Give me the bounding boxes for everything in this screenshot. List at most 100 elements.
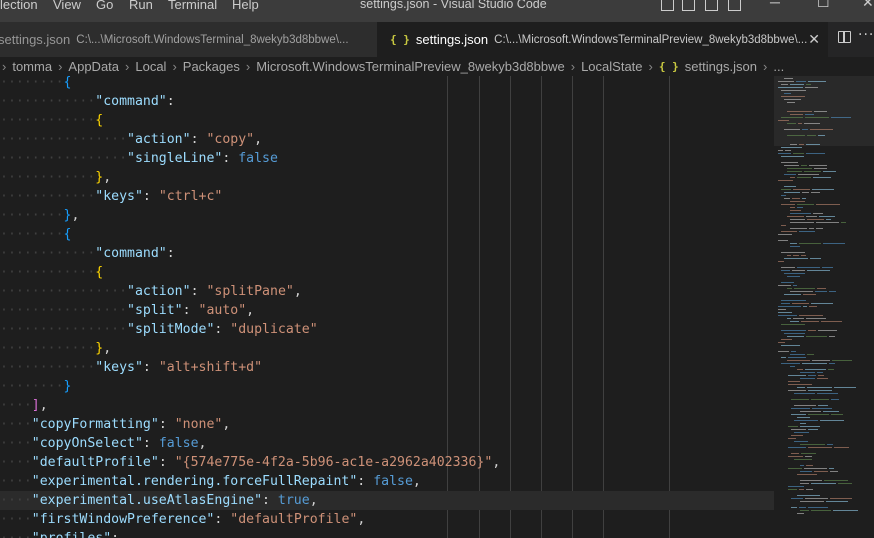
minimap-stroke <box>784 333 805 334</box>
minimap-stroke <box>808 429 818 430</box>
menu-help[interactable]: Help <box>232 0 259 12</box>
minimap-stroke <box>784 294 801 295</box>
tab-close-icon[interactable]: ✕ <box>808 31 820 48</box>
minimap-stroke <box>788 426 798 427</box>
maximize-button[interactable]: ☐ <box>817 0 830 11</box>
minimap-stroke <box>791 453 799 454</box>
minimap-stroke <box>801 321 819 322</box>
minimap-stroke <box>829 291 836 292</box>
minimap-stroke <box>790 354 805 355</box>
menu-selection[interactable]: lection <box>0 0 38 12</box>
minimap-stroke <box>788 456 803 457</box>
minimap-stroke <box>799 315 823 316</box>
minimap-stroke <box>787 318 791 319</box>
minimap-stroke <box>778 81 794 82</box>
minimap-stroke <box>790 243 797 244</box>
minimap-stroke <box>799 243 821 244</box>
breadcrumb-item[interactable]: tomma <box>12 59 52 74</box>
minimap-stroke <box>801 165 807 166</box>
minimap-stroke <box>800 378 815 379</box>
minimap-stroke <box>793 153 804 154</box>
minimap-stroke <box>813 213 823 214</box>
minimap-stroke <box>787 123 796 124</box>
minimap-stroke <box>806 336 827 337</box>
minimap-stroke <box>829 468 834 469</box>
minimap-stroke <box>784 174 796 175</box>
minimap-stroke <box>826 219 831 220</box>
minimap-stroke <box>809 228 814 229</box>
minimap-stroke <box>796 81 806 82</box>
json-file-icon: { } <box>658 60 679 73</box>
minimap-stroke <box>834 447 849 448</box>
minimap-stroke <box>820 420 844 421</box>
minimap-stroke <box>807 219 824 220</box>
minimap-stroke <box>778 180 793 181</box>
title-bar: lection View Go Run Terminal Help settin… <box>0 0 874 22</box>
minimap-stroke <box>811 399 829 400</box>
minimap-stroke <box>805 498 828 499</box>
minimap-stroke <box>784 165 799 166</box>
customize-layout-icon[interactable] <box>728 0 741 11</box>
menu-run[interactable]: Run <box>129 0 153 12</box>
minimap-stroke <box>800 372 815 373</box>
minimap-stroke <box>800 483 809 484</box>
code-line: ····"experimental.useAtlasEngine": true, <box>0 491 774 510</box>
minimap-stroke <box>818 330 837 331</box>
menu-view[interactable]: View <box>53 0 81 12</box>
minimap-stroke <box>787 216 804 217</box>
minimap-stroke <box>807 270 830 271</box>
split-editor-icon[interactable] <box>838 31 851 43</box>
minimap-stroke <box>794 432 809 433</box>
code-editor[interactable]: ········{············"command": ·········… <box>0 76 774 538</box>
breadcrumb-item[interactable]: Microsoft.WindowsTerminalPreview_8wekyb3… <box>256 59 565 74</box>
minimap-stroke <box>808 375 816 376</box>
minimap-stroke <box>790 222 814 223</box>
menu-go[interactable]: Go <box>96 0 113 12</box>
toggle-secondary-sidebar-icon[interactable] <box>705 0 718 11</box>
minimap-stroke <box>800 510 809 511</box>
breadcrumb-item[interactable]: LocalState <box>581 59 642 74</box>
minimap-stroke <box>781 162 798 163</box>
breadcrumb-item[interactable]: ... <box>773 59 784 74</box>
minimap-stroke <box>806 153 825 154</box>
breadcrumb-item[interactable]: Local <box>135 59 166 74</box>
minimap-stroke <box>791 507 797 508</box>
minimap-stroke <box>817 378 828 379</box>
minimap-stroke <box>794 420 818 421</box>
minimap-stroke <box>778 342 785 343</box>
minimap-stroke <box>791 414 806 415</box>
minimap-stroke <box>781 231 797 232</box>
more-actions-icon[interactable]: ··· <box>858 27 874 43</box>
toggle-primary-sidebar-icon[interactable] <box>661 0 674 11</box>
minimize-button[interactable]: ─ <box>770 0 780 10</box>
minimap-stroke <box>802 363 827 364</box>
minimap-stroke <box>829 336 835 337</box>
chevron-right-icon: › <box>58 59 63 74</box>
minimap-stroke <box>793 255 799 256</box>
minimap-stroke <box>830 471 838 472</box>
tab-settings-terminal-preview[interactable]: { } settings.json C:\...\Microsoft.Windo… <box>377 22 828 57</box>
breadcrumb-item[interactable]: settings.json <box>685 59 757 74</box>
minimap-stroke <box>791 435 803 436</box>
toggle-panel-icon[interactable] <box>682 0 695 11</box>
tab-bar: settings.json C:\...\Microsoft.WindowsTe… <box>0 22 874 57</box>
breadcrumb-item[interactable]: Packages <box>183 59 240 74</box>
minimap-stroke <box>792 270 805 271</box>
tab-settings-terminal[interactable]: settings.json C:\...\Microsoft.WindowsTe… <box>0 22 377 57</box>
menu-terminal[interactable]: Terminal <box>168 0 217 12</box>
minimap-stroke <box>787 276 800 277</box>
chevron-right-icon: › <box>125 59 130 74</box>
minimap-stroke <box>830 498 852 499</box>
code-line: ····"copyFormatting": "none", <box>0 417 231 432</box>
minimap[interactable] <box>774 76 874 538</box>
minimap-stroke <box>831 117 851 118</box>
minimap-stroke <box>781 156 804 157</box>
close-window-button[interactable]: ✕ <box>862 0 874 11</box>
minimap-stroke <box>781 96 805 97</box>
minimap-stroke <box>797 369 803 370</box>
minimap-stroke <box>778 87 803 88</box>
json-file-icon: { } <box>390 33 410 46</box>
minimap-stroke <box>778 120 789 121</box>
breadcrumb-item[interactable]: AppData <box>68 59 119 74</box>
minimap-stroke <box>798 174 819 175</box>
